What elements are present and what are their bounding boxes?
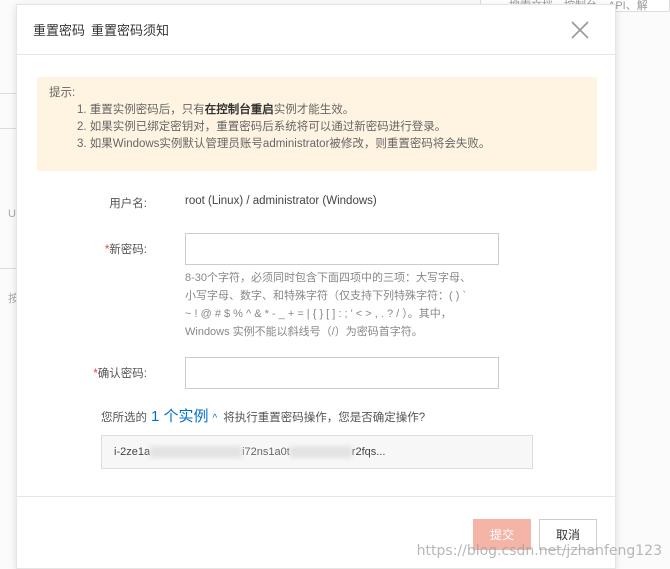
username-value: root (Linux) / administrator (Windows)	[185, 195, 377, 207]
background-side-text: U	[8, 208, 16, 220]
redacted-text	[150, 446, 243, 459]
selected-instance-list: i-2ze1a i72ns1a0t r2fqs...	[101, 435, 533, 469]
new-password-label-text: 新密码:	[109, 244, 147, 256]
password-hint-line: 小写字母、数字、和特殊字符（仅支持下列特殊字符：( ) `	[185, 290, 467, 302]
background-divider	[0, 93, 16, 94]
notice-text: 1. 重置实例密码后，只有	[77, 104, 205, 116]
close-icon	[571, 21, 589, 39]
background-divider	[0, 268, 16, 269]
redacted-text	[289, 446, 352, 459]
selection-prefix: 您所选的	[101, 412, 147, 424]
notice-item: 1. 重置实例密码后，只有在控制台重启实例才能生效。	[77, 102, 585, 119]
instance-id-end: r2fqs...	[351, 446, 386, 458]
dialog-title-main: 重置密码	[33, 23, 86, 38]
notice-list: 1. 重置实例密码后，只有在控制台重启实例才能生效。 2. 如果实例已绑定密钥对…	[49, 102, 585, 153]
username-label: 用户名:	[109, 198, 147, 210]
dialog-title: 重置密码 重置密码须知	[33, 20, 175, 39]
chevron-up-icon[interactable]: ^	[213, 413, 218, 424]
notice-box: 提示: 1. 重置实例密码后，只有在控制台重启实例才能生效。 2. 如果实例已绑…	[37, 77, 597, 171]
dialog-header: 重置密码 重置密码须知	[17, 5, 615, 55]
reset-password-dialog: 重置密码 重置密码须知 提示: 1. 重置实例密码后，只有在控制台重启实例才能生效…	[16, 4, 616, 569]
notice-title: 提示:	[49, 87, 76, 99]
selected-instance-count-link[interactable]: 1 个实例	[151, 405, 209, 426]
notice-emphasis: 在控制台重启	[204, 104, 274, 116]
confirm-password-label-text: 确认密码:	[97, 368, 147, 380]
password-hint: 8-30个字符，必须同时包含下面四项中的三项：大写字母、 小写字母、数字、和特殊…	[185, 269, 515, 341]
selection-summary: 您所选的 1 个实例 ^ 将执行重置密码操作，您是否确定操作?	[101, 405, 425, 426]
password-hint-line: 8-30个字符，必须同时包含下面四项中的三项：大写字母、	[185, 272, 472, 284]
confirm-password-input[interactable]	[185, 357, 499, 389]
watermark: https://blog.csdn.net/jzhanfeng123	[416, 543, 662, 559]
new-password-input[interactable]	[185, 233, 499, 265]
selection-suffix: 将执行重置密码操作，您是否确定操作?	[223, 412, 426, 424]
notice-item: 2. 如果实例已绑定密钥对，重置密码后系统将可以通过新密码进行登录。	[77, 121, 447, 133]
dialog-title-sub: 重置密码须知	[91, 23, 170, 38]
background-divider	[0, 128, 16, 129]
close-button[interactable]	[569, 19, 591, 41]
new-password-label: *新密码:	[17, 241, 147, 257]
instance-id-start: i-2ze1a	[114, 446, 151, 458]
confirm-password-label: *确认密码:	[17, 365, 147, 381]
instance-id-middle: i72ns1a0t	[242, 446, 290, 458]
password-hint-line: ~ ! @ # $ % ^ & * - _ + = | { } [ ] : ; …	[185, 308, 452, 320]
notice-text: 实例才能生效。	[273, 104, 355, 116]
notice-item: 3. 如果Windows实例默认管理员账号administrator被修改，则重…	[77, 138, 491, 150]
password-hint-line: Windows 实例不能以斜线号（/）为密码首字符。	[185, 326, 423, 338]
